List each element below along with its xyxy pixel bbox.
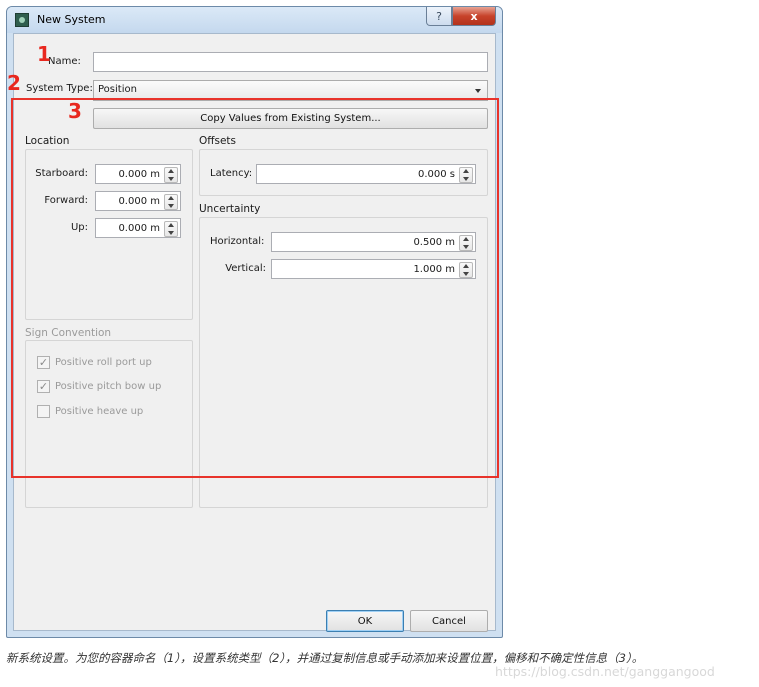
watermark: https://blog.csdn.net/ganggangood	[495, 664, 715, 679]
title-bar: New System ? x	[7, 7, 502, 33]
help-button[interactable]: ?	[426, 7, 452, 26]
close-button[interactable]: x	[452, 7, 496, 26]
ok-button[interactable]: OK	[326, 610, 404, 632]
window-title: New System	[37, 13, 106, 26]
system-type-value: Position	[98, 84, 137, 95]
system-type-label: System Type:	[26, 83, 93, 94]
app-icon	[15, 13, 29, 27]
name-input[interactable]	[93, 52, 488, 72]
annotation-2: 2	[7, 71, 21, 95]
cancel-button[interactable]: Cancel	[410, 610, 488, 632]
chevron-down-icon	[475, 89, 481, 93]
annotation-1: 1	[37, 42, 51, 66]
annotation-highlight-box	[11, 98, 499, 478]
name-label: Name:	[48, 56, 81, 67]
